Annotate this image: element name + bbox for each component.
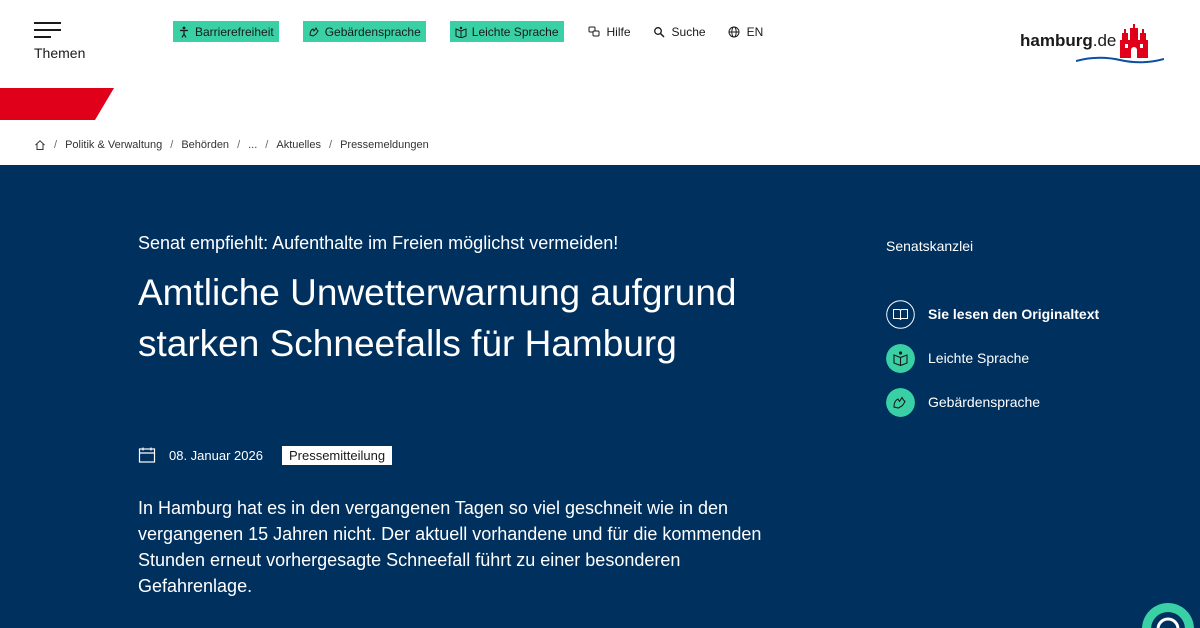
easy-language-icon xyxy=(455,26,467,38)
menu-label: Themen xyxy=(34,45,86,61)
breadcrumb-item-politik[interactable]: Politik & Verwaltung xyxy=(65,139,162,151)
suche-link[interactable]: Suche xyxy=(653,25,706,39)
breadcrumb-separator: / xyxy=(54,139,58,151)
breadcrumb-separator: / xyxy=(329,139,333,151)
language-label: EN xyxy=(746,24,764,39)
breadcrumb-item-behoerden[interactable]: Behörden xyxy=(181,139,229,151)
breadcrumb-separator: / xyxy=(170,139,174,151)
hamburg-logo[interactable]: hamburg.de xyxy=(1018,24,1164,66)
barrierefreiheit-label: Barrierefreiheit xyxy=(195,24,274,39)
article-hero: Senat empfiehlt: Aufenthalte im Freien m… xyxy=(0,165,1200,628)
chat-help-icon xyxy=(1151,612,1185,628)
site-header: Themen Barrierefreiheit Gebärdensprache … xyxy=(0,0,1200,122)
sidebar-item-label: Leichte Sprache xyxy=(928,350,1030,366)
article-date: 08. Januar 2026 xyxy=(169,447,263,463)
sidebar-item-label: Gebärdensprache xyxy=(928,394,1041,410)
help-icon xyxy=(588,26,600,36)
breadcrumb: / Politik & Verwaltung / Behörden / ... … xyxy=(34,137,429,153)
article-meta: 08. Januar 2026 Pressemitteilung xyxy=(138,444,393,466)
logo-wordmark: hamburg.de xyxy=(1020,31,1117,50)
leichte-sprache-link[interactable]: Leichte Sprache xyxy=(449,21,564,42)
home-icon[interactable] xyxy=(34,139,46,151)
logo-wave-icon xyxy=(1076,56,1164,64)
themen-menu-button[interactable]: Themen xyxy=(34,22,94,66)
book-icon xyxy=(886,299,915,329)
hilfe-link[interactable]: Hilfe xyxy=(588,25,631,39)
article-lead: In Hamburg hat es in den vergangenen Tag… xyxy=(138,498,762,596)
red-brand-stripe xyxy=(0,88,114,120)
sidebar-organization[interactable]: Senatskanzlei xyxy=(886,238,973,254)
breadcrumb-separator: / xyxy=(265,139,269,151)
breadcrumb-item-pressemeldungen[interactable]: Pressemeldungen xyxy=(340,139,429,151)
barrierefreiheit-link[interactable]: Barrierefreiheit xyxy=(173,21,279,42)
search-icon xyxy=(653,26,665,38)
sidebar-language-links: Sie lesen den Originaltext Leichte Sprac… xyxy=(886,299,1099,431)
easy-language-icon xyxy=(886,343,915,373)
sidebar-item-originaltext[interactable]: Sie lesen den Originaltext xyxy=(886,299,1099,329)
sign-language-icon xyxy=(309,26,319,37)
service-links: Barrierefreiheit Gebärdensprache Leichte… xyxy=(173,21,785,42)
globe-icon xyxy=(728,26,740,37)
sidebar-item-leichte-sprache[interactable]: Leichte Sprache xyxy=(886,343,1099,373)
sign-language-icon xyxy=(886,387,915,417)
gebaerdensprache-label: Gebärdensprache xyxy=(324,24,421,39)
hilfe-label: Hilfe xyxy=(606,24,631,39)
chat-help-button[interactable] xyxy=(1142,603,1194,628)
gebaerdensprache-link[interactable]: Gebärdensprache xyxy=(302,21,426,42)
suche-label: Suche xyxy=(671,24,706,39)
leichte-sprache-label: Leichte Sprache xyxy=(471,24,559,39)
article-type-badge: Pressemitteilung xyxy=(281,445,393,465)
page-title: Amtliche Unwetterwarnung aufgrund starke… xyxy=(138,272,737,364)
hamburger-menu-icon xyxy=(34,22,62,38)
article-kicker: Senat empfiehlt: Aufenthalte im Freien m… xyxy=(138,233,619,253)
breadcrumb-item-ellipsis[interactable]: ... xyxy=(248,139,257,151)
calendar-icon xyxy=(138,447,156,463)
breadcrumb-item-aktuelles[interactable]: Aktuelles xyxy=(276,139,321,151)
accessibility-icon xyxy=(180,26,188,38)
language-en-link[interactable]: EN xyxy=(728,24,764,39)
breadcrumb-separator: / xyxy=(237,139,241,151)
sidebar-item-label: Sie lesen den Originaltext xyxy=(928,306,1100,322)
sidebar-item-gebaerdensprache[interactable]: Gebärdensprache xyxy=(886,387,1099,417)
